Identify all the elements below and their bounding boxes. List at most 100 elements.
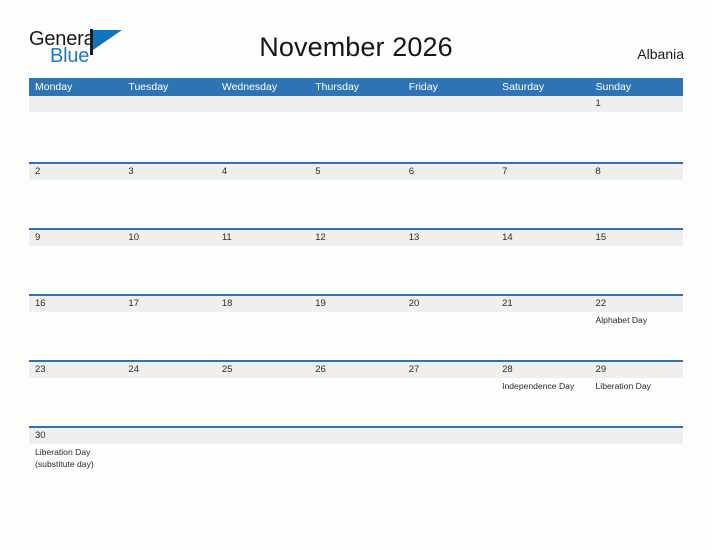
day-number-band: 28: [496, 362, 590, 378]
day-events: Liberation Day (substitute day): [29, 444, 122, 470]
calendar-day-13[interactable]: 13: [402, 230, 497, 294]
calendar-day-26[interactable]: 26: [309, 362, 403, 426]
day-number-band: [122, 96, 216, 112]
calendar-day-empty: [215, 428, 310, 484]
day-events: [216, 312, 309, 315]
calendar-day-17[interactable]: 17: [122, 296, 216, 360]
calendar-day-3[interactable]: 3: [122, 164, 216, 228]
day-number: 6: [408, 166, 414, 177]
day-number: 11: [221, 232, 232, 243]
calendar-week-row: 30 Liberation Day (substitute day): [29, 426, 683, 484]
calendar-day-24[interactable]: 24: [122, 362, 216, 426]
day-number-band: 13: [402, 230, 497, 246]
day-events: [496, 444, 589, 447]
calendar-day-16[interactable]: 16: [29, 296, 123, 360]
day-number: 12: [315, 232, 326, 243]
day-number-band: 1: [589, 96, 683, 112]
calendar-day-23[interactable]: 23: [29, 362, 123, 426]
day-number-band: 16: [29, 296, 123, 312]
calendar-day-1[interactable]: 1: [589, 96, 683, 162]
weekday-header-tuesday: Tuesday: [128, 81, 169, 93]
calendar-day-28[interactable]: 28 Independence Day: [496, 362, 590, 426]
calendar-day-19[interactable]: 19: [309, 296, 403, 360]
calendar-day-5[interactable]: 5: [309, 164, 403, 228]
day-number-band: [496, 96, 590, 112]
day-events: [216, 180, 309, 183]
weekday-header-wednesday: Wednesday: [221, 81, 278, 93]
calendar-day-20[interactable]: 20: [402, 296, 497, 360]
calendar-day-6[interactable]: 6: [402, 164, 497, 228]
day-events: [216, 246, 309, 249]
day-events: [29, 180, 122, 183]
day-events: [122, 378, 215, 381]
calendar-day-4[interactable]: 4: [215, 164, 310, 228]
calendar-week-row: 2 3 4 5 6 7 8: [29, 162, 683, 228]
calendar-day-empty: [496, 428, 590, 484]
calendar-day-empty: [122, 96, 216, 162]
calendar-day-empty: [309, 96, 403, 162]
day-number: 19: [315, 298, 326, 309]
calendar-day-7[interactable]: 7: [496, 164, 590, 228]
calendar-day-11[interactable]: 11: [215, 230, 310, 294]
day-number-band: 29: [589, 362, 683, 378]
calendar-day-22[interactable]: 22 Alphabet Day: [589, 296, 683, 360]
day-number: 26: [315, 364, 326, 375]
calendar-day-9[interactable]: 9: [29, 230, 123, 294]
day-events: [122, 312, 215, 315]
day-events: [403, 378, 496, 381]
day-number: 30: [35, 430, 46, 441]
day-number: 16: [35, 298, 46, 309]
day-number-band: 11: [215, 230, 310, 246]
calendar-day-10[interactable]: 10: [122, 230, 216, 294]
day-number: 27: [408, 364, 420, 375]
day-number-band: 24: [122, 362, 216, 378]
day-events: Independence Day: [496, 378, 589, 393]
page-header: General Blue November 2026 Albania: [0, 0, 712, 78]
calendar-week-row: 1: [29, 96, 683, 162]
calendar-day-21[interactable]: 21: [496, 296, 590, 360]
day-number-band: [589, 428, 683, 444]
day-events: [29, 312, 122, 315]
calendar-day-empty: [402, 96, 497, 162]
holiday-label: Alphabet Day: [595, 315, 648, 325]
calendar-day-14[interactable]: 14: [496, 230, 590, 294]
calendar-day-2[interactable]: 2: [29, 164, 123, 228]
calendar-day-empty: [589, 428, 683, 484]
day-number: 5: [315, 166, 321, 177]
day-number-band: 27: [402, 362, 497, 378]
holiday-label: Liberation Day: [595, 381, 651, 391]
calendar-day-30[interactable]: 30 Liberation Day (substitute day): [29, 428, 123, 484]
calendar-day-12[interactable]: 12: [309, 230, 403, 294]
day-events: [590, 444, 683, 447]
calendar-weeks: 1 2 3 4 5 6 7 8 9 10 11 12 13 14 15 16 17 18 19 20 21 22 Alpha…: [29, 96, 683, 484]
day-number: 24: [128, 364, 139, 375]
day-number-band: [402, 96, 497, 112]
holiday-label: (substitute day): [35, 458, 94, 469]
calendar-day-29[interactable]: 29 Liberation Day: [589, 362, 683, 426]
day-events: [29, 378, 122, 381]
calendar-day-25[interactable]: 25: [215, 362, 310, 426]
day-events: [216, 444, 309, 447]
calendar-day-18[interactable]: 18: [215, 296, 310, 360]
calendar-day-empty: [309, 428, 403, 484]
day-events: [590, 112, 683, 115]
day-number: 28: [502, 364, 513, 375]
day-number: 23: [35, 364, 46, 375]
day-number: 13: [408, 232, 420, 243]
day-events: [309, 444, 402, 447]
calendar-day-15[interactable]: 15: [589, 230, 683, 294]
day-number-band: 23: [29, 362, 123, 378]
day-events: [403, 112, 496, 115]
day-events: [216, 378, 309, 381]
day-number-band: 6: [402, 164, 497, 180]
calendar-day-empty: [215, 96, 310, 162]
holiday-label: Liberation Day: [35, 447, 91, 457]
day-number-band: [122, 428, 216, 444]
page-title: November 2026: [259, 32, 453, 62]
calendar-day-8[interactable]: 8: [589, 164, 683, 228]
day-events: [403, 180, 496, 183]
day-events: [403, 246, 496, 249]
calendar-week-row: 23 24 25 26 27 28 Independence Day 29 Liberation…: [29, 360, 683, 426]
day-number-band: 2: [29, 164, 123, 180]
calendar-day-27[interactable]: 27: [402, 362, 497, 426]
